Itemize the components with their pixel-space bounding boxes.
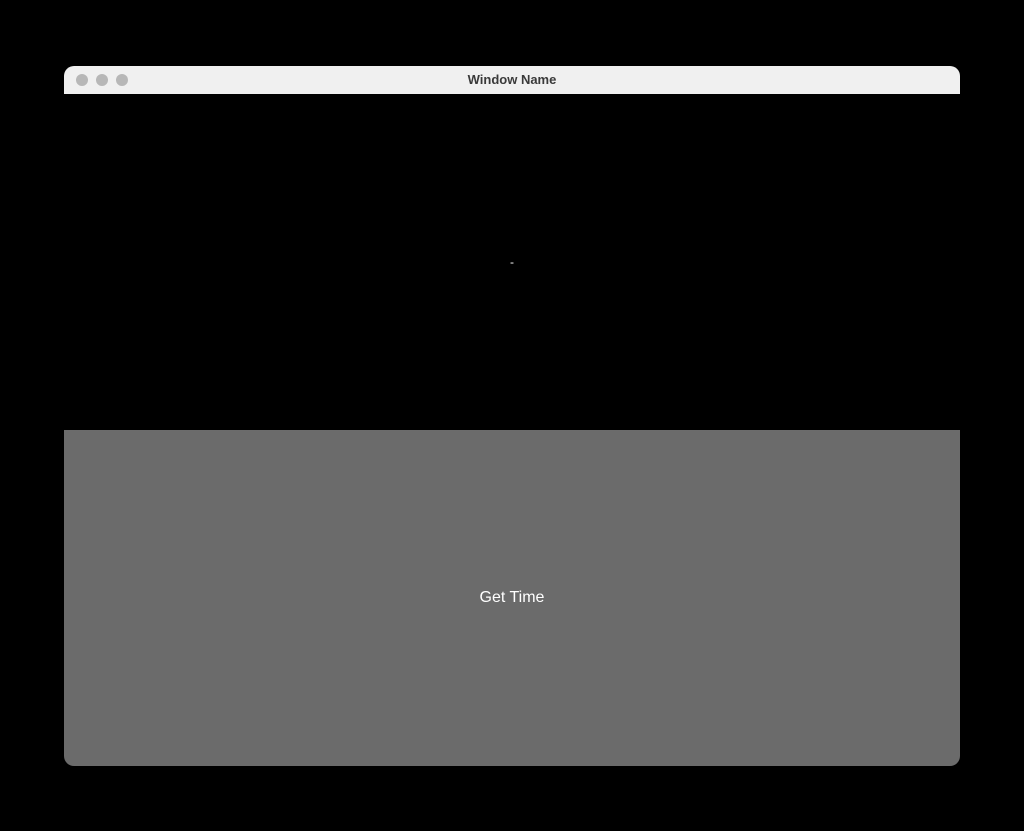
time-value: - [510, 255, 514, 269]
close-icon[interactable] [76, 74, 88, 86]
button-label: Get Time [480, 589, 545, 607]
titlebar: Window Name [64, 66, 960, 94]
window-title: Window Name [64, 72, 960, 87]
maximize-icon[interactable] [116, 74, 128, 86]
app-window: Window Name - Get Time [64, 66, 960, 766]
time-display: - [64, 94, 960, 430]
minimize-icon[interactable] [96, 74, 108, 86]
get-time-button[interactable]: Get Time [64, 430, 960, 766]
traffic-lights [64, 74, 128, 86]
window-content: - Get Time [64, 94, 960, 766]
